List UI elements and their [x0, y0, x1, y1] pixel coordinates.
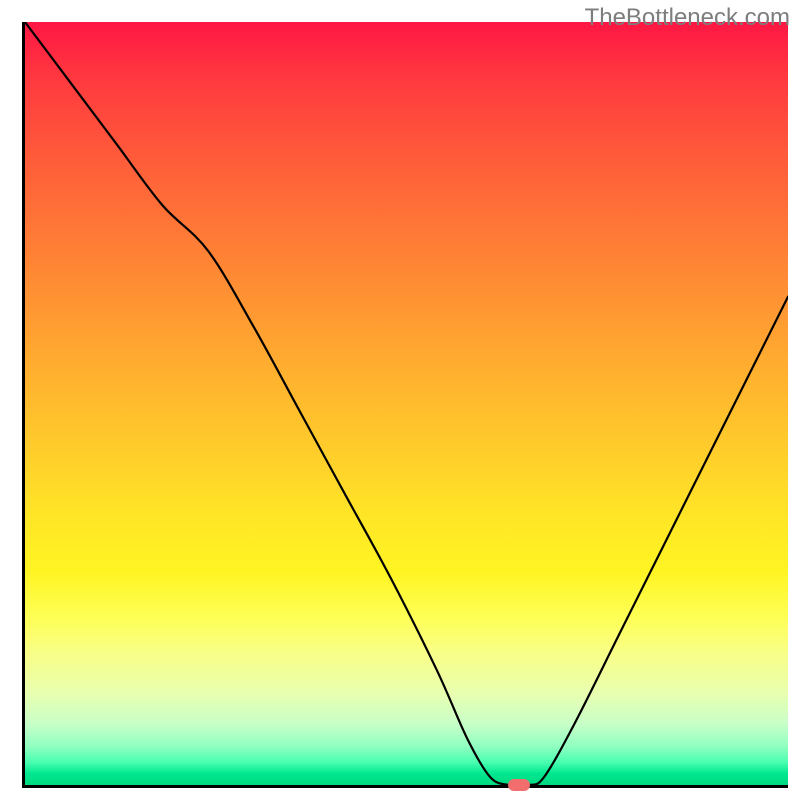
plot-area — [22, 22, 788, 788]
optimum-marker — [508, 779, 530, 791]
watermark-text: TheBottleneck.com — [585, 4, 790, 32]
chart-container: TheBottleneck.com — [0, 0, 800, 800]
gradient-background — [25, 22, 788, 785]
